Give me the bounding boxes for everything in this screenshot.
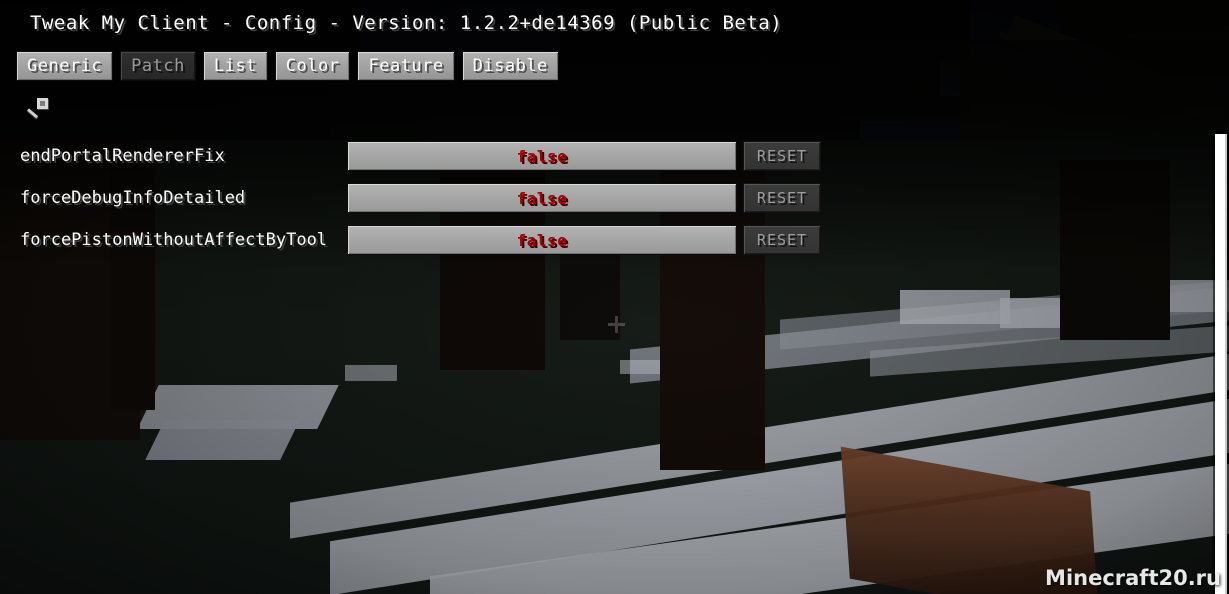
option-row: forceDebugInfoDetailed false RESET [0,180,1229,222]
tab-list-label: List [213,56,257,76]
page-title: Tweak My Client - Config - Version: 1.2.… [30,12,783,34]
option-reset-button[interactable]: RESET [743,141,821,171]
option-value-text: false [516,230,568,250]
option-label: endPortalRendererFix [20,146,225,166]
tab-color[interactable]: Color [274,51,351,81]
search-button[interactable] [26,98,56,124]
tab-generic-label: Generic [27,56,103,76]
option-value-text: false [516,188,568,208]
minecraft-game-window: Tweak My Client - Config - Version: 1.2.… [0,0,1229,594]
config-gui-overlay: Tweak My Client - Config - Version: 1.2.… [0,0,1229,594]
option-reset-label: RESET [756,147,808,165]
option-value-toggle[interactable]: false [347,183,737,213]
tab-patch-label: Patch [131,56,185,76]
tab-feature[interactable]: Feature [357,51,455,81]
tab-feature-label: Feature [368,56,444,76]
tab-bar: Generic Patch List Color Feature Disable [16,51,559,81]
option-value-text: false [516,146,568,166]
option-reset-label: RESET [756,189,808,207]
option-row: forcePistonWithoutAffectByTool false RES… [0,222,1229,264]
option-row: endPortalRendererFix false RESET [0,138,1229,180]
option-label: forcePistonWithoutAffectByTool [20,230,328,250]
scrollbar-thumb[interactable] [1215,134,1227,594]
option-value-toggle[interactable]: false [347,225,737,255]
tab-generic[interactable]: Generic [16,51,114,81]
magnifier-handle-icon [27,108,39,119]
option-reset-button[interactable]: RESET [743,183,821,213]
magnifier-icon [37,98,48,109]
tab-disable-label: Disable [472,56,548,76]
tab-patch[interactable]: Patch [120,51,196,81]
tab-disable[interactable]: Disable [461,51,559,81]
option-label: forceDebugInfoDetailed [20,188,246,208]
option-list: endPortalRendererFix false RESET forceDe… [0,138,1229,264]
option-reset-button[interactable]: RESET [743,225,821,255]
option-value-toggle[interactable]: false [347,141,737,171]
tab-color-label: Color [285,56,340,76]
option-reset-label: RESET [756,231,808,249]
site-watermark: Minecraft20.ru [1045,566,1221,590]
tab-list[interactable]: List [202,51,268,81]
